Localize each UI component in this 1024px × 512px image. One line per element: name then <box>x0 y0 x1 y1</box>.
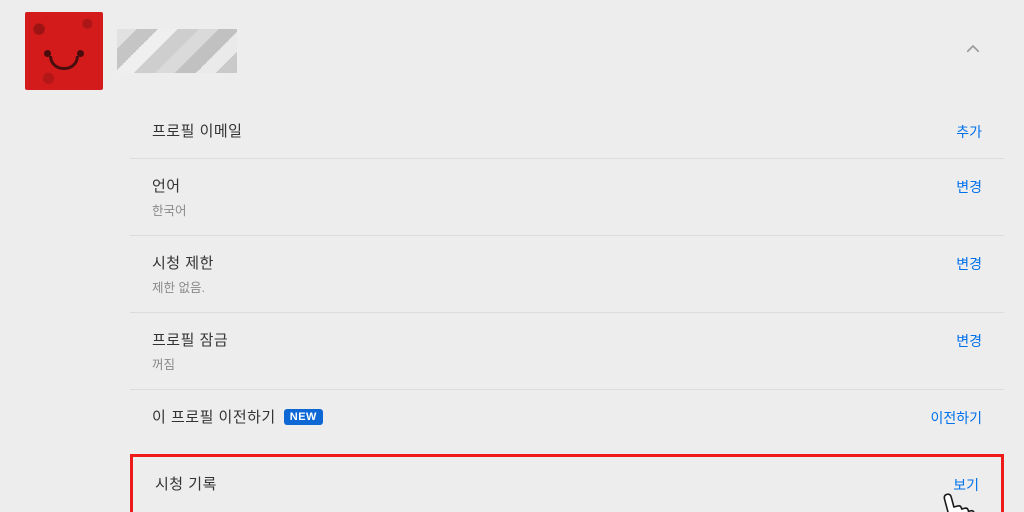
row-title: 시청 제한 <box>152 252 214 273</box>
add-link[interactable]: 추가 <box>956 120 982 142</box>
change-link[interactable]: 변경 <box>956 329 982 351</box>
settings-list: 프로필 이메일 추가 언어 한국어 변경 시청 제한 제한 없음. 변경 프로필… <box>130 104 1004 512</box>
profile-name-redacted <box>117 29 237 73</box>
row-viewing-activity-highlighted: 시청 기록 보기 <box>130 454 1004 512</box>
row-title: 이 프로필 이전하기 NEW <box>152 406 323 427</box>
profile-avatar[interactable] <box>25 12 103 90</box>
new-badge: NEW <box>284 409 323 425</box>
row-subtitle: 꺼짐 <box>152 354 228 373</box>
chevron-up-icon[interactable] <box>964 40 982 58</box>
row-title: 프로필 잠금 <box>152 329 228 350</box>
row-subtitle: 제한 없음. <box>152 277 214 296</box>
row-title-text: 이 프로필 이전하기 <box>152 406 276 427</box>
profile-header <box>20 4 1004 104</box>
row-title: 언어 <box>152 175 187 196</box>
row-language: 언어 한국어 변경 <box>130 158 1004 235</box>
row-transfer-profile: 이 프로필 이전하기 NEW 이전하기 <box>130 389 1004 444</box>
change-link[interactable]: 변경 <box>956 175 982 197</box>
change-link[interactable]: 변경 <box>956 252 982 274</box>
row-subtitle: 한국어 <box>152 200 187 219</box>
row-title: 프로필 이메일 <box>152 120 242 141</box>
row-maturity-rating: 시청 제한 제한 없음. 변경 <box>130 235 1004 312</box>
row-profile-lock: 프로필 잠금 꺼짐 변경 <box>130 312 1004 389</box>
pointing-hand-icon <box>925 485 985 512</box>
row-profile-email: 프로필 이메일 추가 <box>130 104 1004 158</box>
transfer-link[interactable]: 이전하기 <box>930 406 982 428</box>
row-title: 시청 기록 <box>155 473 217 494</box>
